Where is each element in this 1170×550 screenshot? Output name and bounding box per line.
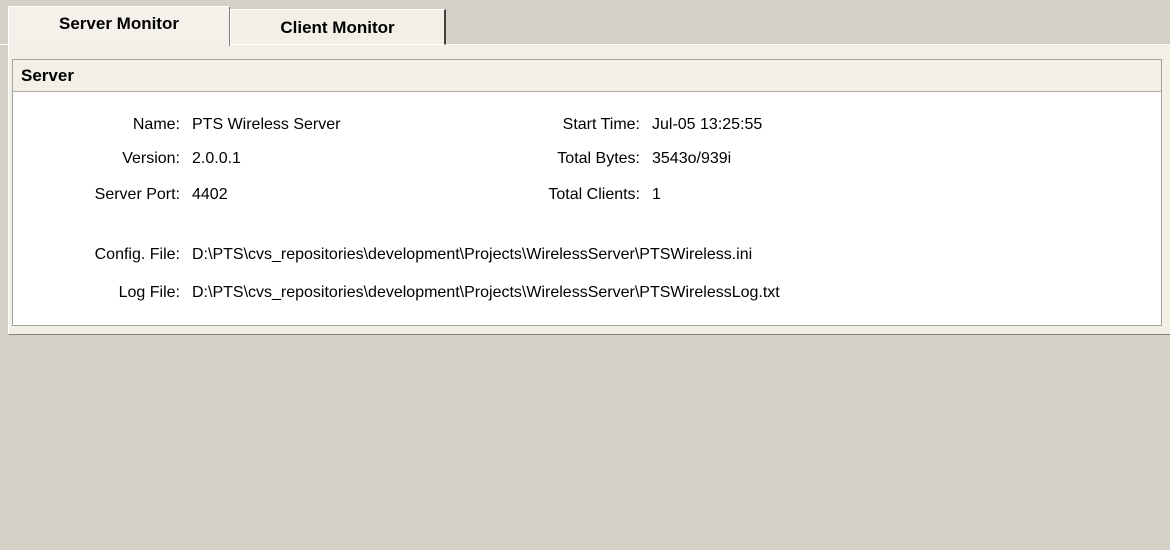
tab-strip: Server Monitor Client Monitor — [0, 0, 1170, 46]
config-file-label: Config. File: — [94, 246, 180, 263]
server-port-value: 4402 — [192, 186, 228, 203]
tab-client-monitor[interactable]: Client Monitor — [230, 9, 446, 45]
server-group-header: Server — [13, 60, 1161, 92]
version-label: Version: — [122, 150, 180, 167]
total-clients-value: 1 — [652, 186, 661, 203]
log-file-path: D:\PTS\cvs_repositories\development\Proj… — [192, 284, 780, 301]
name-value: PTS Wireless Server — [192, 116, 341, 133]
name-label: Name: — [132, 116, 180, 133]
config-file-path: D:\PTS\cvs_repositories\development\Proj… — [192, 246, 753, 263]
tab-server-monitor[interactable]: Server Monitor — [8, 6, 230, 46]
total-clients-label: Total Clients: — [548, 186, 640, 203]
total-bytes-label: Total Bytes: — [557, 150, 640, 167]
total-bytes-value: 3543o/939i — [652, 150, 732, 167]
start-time-label: Start Time: — [562, 116, 640, 133]
log-file-label: Log File: — [118, 284, 180, 301]
server-port-label: Server Port: — [94, 186, 180, 203]
start-time-value: Jul-05 13:25:55 — [652, 116, 763, 133]
version-value: 2.0.0.1 — [192, 150, 241, 167]
